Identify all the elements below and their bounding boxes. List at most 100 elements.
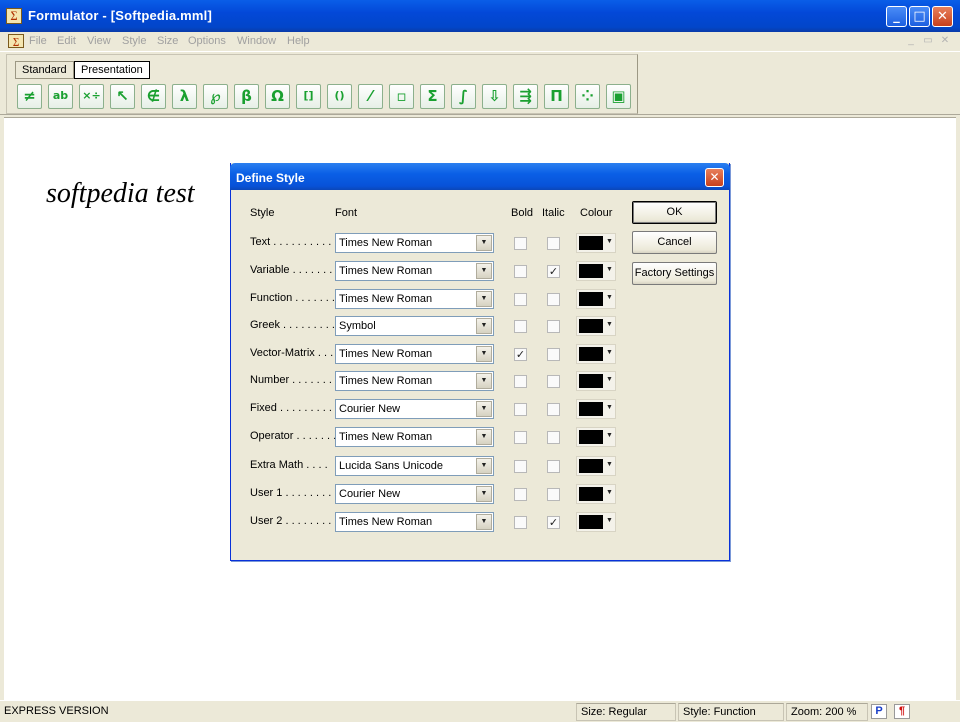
arrow-icon[interactable]: ↖ — [110, 84, 135, 109]
font-select[interactable]: Times New Roman ▼ — [335, 344, 494, 364]
italic-checkbox[interactable] — [547, 348, 560, 361]
brackets-icon[interactable]: [] — [296, 84, 321, 109]
chevron-down-icon[interactable]: ▼ — [606, 294, 613, 301]
italic-checkbox[interactable] — [547, 460, 560, 473]
lambda-icon[interactable]: λ — [172, 84, 197, 109]
text-ab-icon[interactable]: ab — [48, 84, 73, 109]
menu-view[interactable]: View — [87, 35, 111, 47]
chevron-down-icon[interactable]: ▼ — [606, 489, 613, 496]
ok-button[interactable]: OK — [632, 201, 717, 224]
factory-settings-button[interactable]: Factory Settings — [632, 262, 717, 285]
tab-presentation[interactable]: Presentation — [74, 61, 150, 79]
bold-checkbox[interactable] — [514, 293, 527, 306]
chevron-down-icon[interactable]: ▼ — [476, 373, 492, 389]
colour-picker[interactable]: ▼ — [576, 456, 616, 476]
font-select[interactable]: Symbol ▼ — [335, 316, 494, 336]
italic-checkbox[interactable]: ✓ — [547, 516, 560, 529]
bold-checkbox[interactable] — [514, 488, 527, 501]
chevron-down-icon[interactable]: ▼ — [476, 291, 492, 307]
chevron-down-icon[interactable]: ▼ — [476, 486, 492, 502]
menu-help[interactable]: Help — [287, 35, 310, 47]
chevron-down-icon[interactable]: ▼ — [476, 429, 492, 445]
font-select[interactable]: Lucida Sans Unicode ▼ — [335, 456, 494, 476]
menu-window[interactable]: Window — [237, 35, 276, 47]
chevron-down-icon[interactable]: ▼ — [606, 266, 613, 273]
chevron-down-icon[interactable]: ▼ — [606, 238, 613, 245]
chevron-down-icon[interactable]: ▼ — [476, 263, 492, 279]
underscript-icon[interactable]: ⇩ — [482, 84, 507, 109]
font-select[interactable]: Times New Roman ▼ — [335, 427, 494, 447]
chevron-down-icon[interactable]: ▼ — [606, 404, 613, 411]
chevron-down-icon[interactable]: ▼ — [476, 514, 492, 530]
bold-checkbox[interactable] — [514, 375, 527, 388]
italic-checkbox[interactable] — [547, 320, 560, 333]
not-element-icon[interactable]: ∉ — [141, 84, 166, 109]
matrix-icon[interactable]: ⁘ — [575, 84, 600, 109]
beta-icon[interactable]: β — [234, 84, 259, 109]
formulator-icon[interactable]: ∑ — [6, 8, 22, 24]
colour-picker[interactable]: ▼ — [576, 512, 616, 532]
bold-checkbox[interactable] — [514, 516, 527, 529]
box-icon[interactable]: ▣ — [606, 84, 631, 109]
presentation-mode-icon[interactable]: P — [871, 704, 887, 719]
chevron-down-icon[interactable]: ▼ — [606, 349, 613, 356]
colour-picker[interactable]: ▼ — [576, 261, 616, 281]
dialog-close-icon[interactable]: ✕ — [705, 168, 724, 187]
integral-icon[interactable]: ∫ — [451, 84, 476, 109]
chevron-down-icon[interactable]: ▼ — [606, 517, 613, 524]
doc-minimize-button[interactable]: _ — [904, 35, 918, 48]
bold-checkbox[interactable] — [514, 237, 527, 250]
font-select[interactable]: Times New Roman ▼ — [335, 261, 494, 281]
chevron-down-icon[interactable]: ▼ — [476, 318, 492, 334]
italic-checkbox[interactable] — [547, 293, 560, 306]
fraction-icon[interactable]: ⁄ — [358, 84, 383, 109]
font-select[interactable]: Courier New ▼ — [335, 399, 494, 419]
colour-picker[interactable]: ▼ — [576, 344, 616, 364]
italic-checkbox[interactable] — [547, 375, 560, 388]
bold-checkbox[interactable] — [514, 431, 527, 444]
tab-standard[interactable]: Standard — [15, 61, 74, 79]
chevron-down-icon[interactable]: ▼ — [476, 401, 492, 417]
bold-checkbox[interactable] — [514, 403, 527, 416]
font-select[interactable]: Times New Roman ▼ — [335, 289, 494, 309]
font-select[interactable]: Times New Roman ▼ — [335, 233, 494, 253]
bold-checkbox[interactable] — [514, 460, 527, 473]
font-select[interactable]: Courier New ▼ — [335, 484, 494, 504]
menu-edit[interactable]: Edit — [57, 35, 76, 47]
maximize-button[interactable]: □ — [909, 6, 930, 27]
paragraph-mark-icon[interactable]: ¶ — [894, 704, 910, 719]
chevron-down-icon[interactable]: ▼ — [476, 458, 492, 474]
colour-picker[interactable]: ▼ — [576, 371, 616, 391]
menu-size[interactable]: Size — [157, 35, 178, 47]
bold-checkbox[interactable]: ✓ — [514, 348, 527, 361]
doc-close-button[interactable]: ✕ — [938, 35, 952, 48]
menu-style[interactable]: Style — [122, 35, 146, 47]
colour-picker[interactable]: ▼ — [576, 399, 616, 419]
bold-checkbox[interactable] — [514, 320, 527, 333]
superscript-icon[interactable]: ▫ — [389, 84, 414, 109]
italic-checkbox[interactable] — [547, 237, 560, 250]
chevron-down-icon[interactable]: ▼ — [606, 376, 613, 383]
omega-icon[interactable]: Ω — [265, 84, 290, 109]
not-equal-icon[interactable]: ≠ — [17, 84, 42, 109]
close-button[interactable]: ✕ — [932, 6, 953, 27]
font-select[interactable]: Times New Roman ▼ — [335, 512, 494, 532]
times-divide-icon[interactable]: ×÷ — [79, 84, 104, 109]
chevron-down-icon[interactable]: ▼ — [606, 461, 613, 468]
script-icon[interactable]: ℘ — [203, 84, 228, 109]
colour-picker[interactable]: ▼ — [576, 289, 616, 309]
chevron-down-icon[interactable]: ▼ — [606, 321, 613, 328]
minimize-button[interactable]: _ — [886, 6, 907, 27]
cancel-button[interactable]: Cancel — [632, 231, 717, 254]
menu-file[interactable]: File — [29, 35, 47, 47]
colour-picker[interactable]: ▼ — [576, 233, 616, 253]
colour-picker[interactable]: ▼ — [576, 427, 616, 447]
bold-checkbox[interactable] — [514, 265, 527, 278]
doc-restore-button[interactable]: ▭ — [921, 35, 935, 48]
italic-checkbox[interactable] — [547, 431, 560, 444]
font-select[interactable]: Times New Roman ▼ — [335, 371, 494, 391]
sum-icon[interactable]: Σ — [420, 84, 445, 109]
chevron-down-icon[interactable]: ▼ — [476, 346, 492, 362]
italic-checkbox[interactable] — [547, 403, 560, 416]
chevron-down-icon[interactable]: ▼ — [476, 235, 492, 251]
